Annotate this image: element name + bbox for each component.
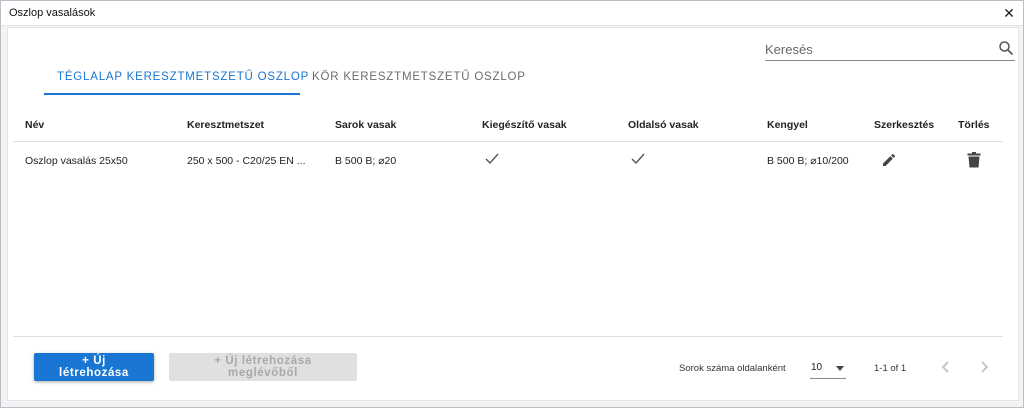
title-bar: Oszlop vasalások ✕ [1, 1, 1023, 26]
chevron-left-icon[interactable] [936, 357, 956, 377]
tab-rectangular-column[interactable]: Téglalap keresztmetszetű oszlop [44, 66, 308, 95]
pencil-icon[interactable] [881, 152, 897, 168]
cell-stirrup: B 500 B; ⌀10/200 [767, 155, 849, 167]
window-title: Oszlop vasalások [9, 7, 96, 19]
column-header-supplementary-bars[interactable]: Kiegészítő vasak [482, 119, 567, 131]
table-header: Név Keresztmetszet Sarok vasak Kiegészít… [13, 108, 1003, 142]
cell-corner-bars: B 500 B; ⌀20 [335, 155, 397, 167]
column-header-side-bars[interactable]: Oldalsó vasak [628, 119, 699, 131]
cell-cross-section: 250 x 500 - C20/25 EN ... [187, 155, 306, 167]
column-header-edit: Szerkesztés [874, 119, 935, 131]
dialog-window: Oszlop vasalások ✕ Téglalap keresztmetsz… [0, 0, 1024, 408]
create-from-existing-button: + Új létrehozása meglévőből [169, 353, 357, 381]
column-header-cross-section[interactable]: Keresztmetszet [187, 119, 264, 131]
column-header-delete: Törlés [958, 119, 990, 131]
rows-per-page-label: Sorok száma oldalanként [679, 363, 786, 374]
trash-icon[interactable] [967, 152, 981, 168]
close-icon[interactable]: ✕ [999, 3, 1019, 23]
table-footer: + Új létrehozása + Új létrehozása meglév… [13, 336, 1003, 399]
table-row[interactable]: Oszlop vasalás 25x50 250 x 500 - C20/25 … [13, 142, 1003, 178]
search-input[interactable] [765, 39, 985, 59]
column-header-name[interactable]: Név [25, 119, 44, 131]
create-new-button[interactable]: + Új létrehozása [34, 353, 154, 381]
rows-per-page-value: 10 [811, 362, 823, 373]
check-icon [631, 153, 645, 165]
column-header-stirrup[interactable]: Kengyel [767, 119, 808, 131]
chevron-right-icon[interactable] [974, 357, 994, 377]
column-header-corner-bars[interactable]: Sarok vasak [335, 119, 396, 131]
dialog-content: Téglalap keresztmetszetű oszlop Kör kere… [7, 27, 1019, 401]
search-icon[interactable] [997, 39, 1015, 57]
check-icon [485, 153, 499, 165]
search-field[interactable] [765, 38, 1015, 61]
rows-per-page-select[interactable]: 10 [810, 358, 846, 379]
caret-down-icon [836, 366, 844, 371]
pagination-range: 1-1 of 1 [874, 363, 907, 374]
cell-name: Oszlop vasalás 25x50 [25, 155, 128, 167]
tab-circular-column[interactable]: Kör keresztmetszetű oszlop [312, 66, 526, 95]
